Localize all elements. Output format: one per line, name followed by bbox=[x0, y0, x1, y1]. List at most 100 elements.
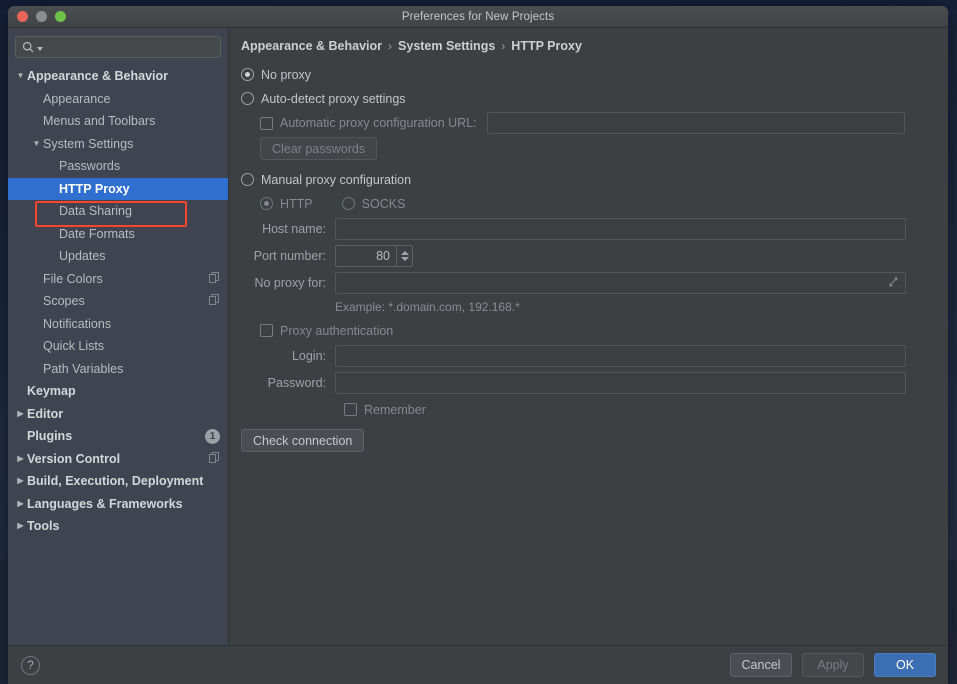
plugins-update-badge: 1 bbox=[205, 428, 220, 444]
twisty-collapsed-icon[interactable]: ▶ bbox=[14, 499, 27, 508]
password-label: Password: bbox=[267, 376, 326, 390]
twisty-collapsed-icon[interactable]: ▶ bbox=[14, 477, 27, 485]
close-window-icon[interactable] bbox=[17, 11, 28, 22]
no-proxy-for-row: No proxy for: bbox=[241, 272, 934, 294]
breadcrumb-item-1[interactable]: System Settings bbox=[398, 39, 495, 53]
http-protocol-radio[interactable] bbox=[260, 197, 273, 210]
host-name-row: Host name: bbox=[241, 218, 934, 240]
minimize-window-icon[interactable] bbox=[36, 11, 47, 22]
proxy-auth-row[interactable]: Proxy authentication bbox=[260, 320, 934, 341]
sidebar-item-tools[interactable]: ▶ Tools bbox=[8, 515, 228, 538]
proxy-auth-checkbox[interactable] bbox=[260, 324, 273, 337]
window-titlebar: Preferences for New Projects bbox=[8, 6, 948, 28]
remember-row[interactable]: Remember bbox=[344, 399, 934, 420]
search-container bbox=[8, 28, 228, 62]
port-number-row: Port number: 80 bbox=[241, 245, 934, 267]
sidebar-item-scopes[interactable]: Scopes bbox=[8, 290, 228, 313]
sidebar-item-notifications[interactable]: Notifications bbox=[8, 313, 228, 336]
sidebar-item-languages-frameworks[interactable]: ▶ Languages & Frameworks bbox=[8, 493, 228, 516]
sidebar-item-system-settings[interactable]: ▼ System Settings bbox=[8, 133, 228, 156]
sidebar-item-updates[interactable]: Updates bbox=[8, 245, 228, 268]
proxy-auth-label: Proxy authentication bbox=[280, 323, 394, 338]
sidebar-item-menus-and-toolbars[interactable]: Menus and Toolbars bbox=[8, 110, 228, 133]
search-dropdown-icon[interactable] bbox=[37, 47, 43, 51]
manual-proxy-row[interactable]: Manual proxy configuration bbox=[241, 169, 934, 190]
sidebar-item-passwords[interactable]: Passwords bbox=[8, 155, 228, 178]
sidebar-item-label: Passwords bbox=[59, 159, 121, 174]
auto-config-url-input[interactable] bbox=[486, 112, 905, 134]
twisty-expanded-icon[interactable]: ▼ bbox=[30, 139, 43, 148]
socks-protocol-label: SOCKS bbox=[361, 196, 406, 211]
sidebar-item-plugins[interactable]: Plugins 1 bbox=[8, 425, 228, 448]
twisty-collapsed-icon[interactable]: ▶ bbox=[14, 409, 27, 418]
auto-config-url-row[interactable]: Automatic proxy configuration URL: bbox=[260, 112, 934, 134]
password-input[interactable] bbox=[335, 372, 906, 394]
check-connection-button[interactable]: Check connection bbox=[241, 429, 365, 452]
port-number-stepper[interactable]: 80 bbox=[335, 245, 413, 267]
stepper-down-icon[interactable] bbox=[400, 257, 409, 261]
copy-settings-icon[interactable] bbox=[209, 271, 220, 286]
breadcrumb-item-0[interactable]: Appearance & Behavior bbox=[241, 39, 382, 53]
breadcrumb-item-2: HTTP Proxy bbox=[511, 39, 582, 53]
remember-checkbox[interactable] bbox=[344, 403, 357, 416]
port-number-value[interactable]: 80 bbox=[336, 246, 396, 266]
clear-passwords-row: Clear passwords bbox=[260, 137, 934, 160]
sidebar-item-appearance[interactable]: Appearance bbox=[8, 88, 228, 111]
sidebar-item-label: Notifications bbox=[43, 316, 112, 331]
search-icon bbox=[22, 41, 43, 54]
sidebar-item-editor[interactable]: ▶ Editor bbox=[8, 403, 228, 426]
twisty-collapsed-icon[interactable]: ▶ bbox=[14, 454, 27, 463]
sidebar-item-label: Keymap bbox=[27, 384, 76, 399]
sidebar-item-path-variables[interactable]: Path Variables bbox=[8, 358, 228, 381]
sidebar-item-keymap[interactable]: Keymap bbox=[8, 380, 228, 403]
twisty-collapsed-icon[interactable]: ▶ bbox=[14, 522, 27, 530]
auto-detect-row[interactable]: Auto-detect proxy settings bbox=[241, 88, 934, 109]
auto-config-url-checkbox[interactable] bbox=[260, 116, 273, 130]
host-name-label: Host name: bbox=[262, 222, 326, 236]
traffic-lights bbox=[17, 11, 66, 22]
twisty-expanded-icon[interactable]: ▼ bbox=[14, 72, 27, 80]
clear-passwords-button[interactable]: Clear passwords bbox=[260, 137, 378, 160]
sidebar-item-label: System Settings bbox=[43, 136, 134, 151]
sidebar-item-label: Menus and Toolbars bbox=[43, 114, 156, 129]
manual-proxy-radio[interactable] bbox=[241, 173, 254, 186]
socks-protocol-radio[interactable] bbox=[341, 197, 355, 210]
auto-detect-radio[interactable] bbox=[241, 92, 254, 105]
ok-button[interactable]: OK bbox=[874, 653, 936, 677]
no-proxy-row[interactable]: No proxy bbox=[241, 64, 934, 85]
stepper-up-icon[interactable] bbox=[400, 251, 409, 255]
sidebar-item-date-formats[interactable]: Date Formats bbox=[8, 223, 228, 246]
sidebar-item-label: Build, Execution, Deployment bbox=[27, 474, 204, 489]
dialog-footer: ? Cancel Apply OK bbox=[8, 645, 948, 684]
sidebar-item-file-colors[interactable]: File Colors bbox=[8, 268, 228, 291]
resize-handle-icon[interactable] bbox=[887, 276, 899, 291]
settings-tree[interactable]: ▼ Appearance & Behavior Appearance Menus an… bbox=[8, 62, 228, 645]
preferences-window: Preferences for New Projects ▼ Appearance… bbox=[8, 6, 948, 684]
help-button[interactable]: ? bbox=[21, 655, 40, 675]
port-number-arrows[interactable] bbox=[396, 246, 412, 266]
sidebar-item-http-proxy[interactable]: HTTP Proxy bbox=[8, 177, 228, 200]
search-input[interactable] bbox=[15, 36, 221, 58]
maximize-window-icon[interactable] bbox=[55, 11, 66, 22]
no-proxy-radio[interactable] bbox=[241, 68, 254, 81]
settings-sidebar: ▼ Appearance & Behavior Appearance Menus an… bbox=[8, 28, 229, 645]
sidebar-item-version-control[interactable]: ▶ Version Control bbox=[8, 448, 228, 471]
sidebar-item-quick-lists[interactable]: Quick Lists bbox=[8, 335, 228, 358]
copy-settings-icon[interactable] bbox=[209, 294, 220, 308]
sidebar-item-label: Path Variables bbox=[43, 361, 124, 376]
example-hint: Example: *.domain.com, 192.168.* bbox=[335, 299, 520, 314]
copy-settings-icon[interactable] bbox=[209, 451, 220, 466]
apply-button[interactable]: Apply bbox=[802, 653, 864, 677]
login-input[interactable] bbox=[335, 345, 906, 367]
no-proxy-for-input[interactable] bbox=[335, 272, 906, 294]
cancel-button[interactable]: Cancel bbox=[730, 653, 792, 677]
sidebar-item-label: HTTP Proxy bbox=[59, 181, 130, 196]
host-name-input[interactable] bbox=[335, 218, 906, 240]
sidebar-item-label: Appearance bbox=[43, 91, 111, 106]
sidebar-item-build-execution-deployment[interactable]: ▶ Build, Execution, Deployment bbox=[8, 470, 228, 493]
sidebar-item-label: Editor bbox=[27, 406, 64, 421]
example-hint-row: Example: *.domain.com, 192.168.* bbox=[241, 296, 934, 317]
sidebar-item-appearance-behavior[interactable]: ▼ Appearance & Behavior bbox=[8, 65, 228, 88]
sidebar-item-label: Scopes bbox=[43, 294, 85, 309]
sidebar-item-data-sharing[interactable]: Data Sharing bbox=[8, 200, 228, 223]
